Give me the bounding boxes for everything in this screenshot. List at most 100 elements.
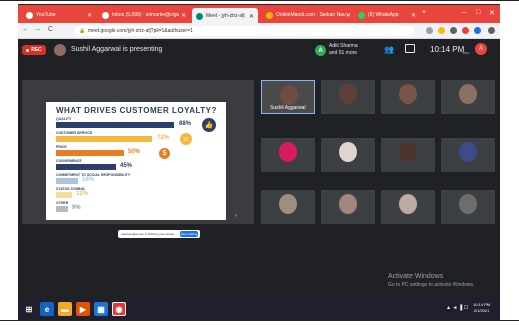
participant-face <box>459 194 477 214</box>
taskbar-clock[interactable]: 10:14 PM 2/1/2021 <box>473 302 490 314</box>
close-tab-icon[interactable]: ✕ <box>411 12 416 19</box>
browser-tab-bar: YouTube ✕ Inbox (5,090) - srimarke@vigu … <box>18 4 500 24</box>
close-tab-icon[interactable]: ✕ <box>249 13 254 20</box>
address-bar[interactable]: 🔒 meet.google.com/jyh-ztrz-afj?pli=1&aut… <box>74 26 414 36</box>
extension-icon[interactable] <box>450 27 457 34</box>
tab-youtube[interactable]: YouTube ✕ <box>22 8 96 22</box>
presentation-stage: WHAT DRIVES CUSTOMER LOYALTY? QUALITY 88… <box>22 80 254 238</box>
recording-badge: REC <box>22 45 46 55</box>
thumbs-up-icon: 👍 <box>202 118 216 132</box>
extension-icon-3[interactable] <box>474 27 481 34</box>
new-tab-icon[interactable]: + <box>422 9 426 16</box>
chrome-icon[interactable]: ◉ <box>112 302 126 316</box>
slide-next-icon[interactable]: › <box>235 213 237 219</box>
maximize-icon[interactable]: □ <box>476 9 480 16</box>
media-player-icon[interactable]: ▶ <box>76 302 90 316</box>
tab-onlinemandi[interactable]: OnlineMandi.com - Sarkari Nau ✕ <box>262 8 352 22</box>
close-tab-icon[interactable]: ✕ <box>181 12 186 19</box>
participant-tile[interactable] <box>381 80 435 114</box>
youtube-favicon-icon <box>26 11 33 19</box>
handshake-icon: ☺ <box>180 133 192 145</box>
tab-label: Inbox (5,090) - srimarke@vigu <box>112 12 180 18</box>
back-icon[interactable]: ← <box>22 26 29 33</box>
attendee-name: Aditi Sharma <box>329 43 358 49</box>
bar-other <box>56 206 68 212</box>
self-avatar[interactable]: A <box>475 43 487 55</box>
value-social-responsibility: 16% <box>82 177 95 183</box>
value-quality: 88% <box>179 121 192 127</box>
bar-status-symbol <box>56 192 72 198</box>
value-price: 50% <box>128 149 141 155</box>
participant-face <box>399 194 417 214</box>
participant-face <box>279 194 297 214</box>
meet-window: REC Sushil Aggarwal is presenting A Adit… <box>18 39 500 298</box>
profile-menu-icon[interactable] <box>488 27 495 34</box>
minimize-icon[interactable]: – <box>462 9 466 16</box>
participant-tile[interactable] <box>441 138 495 172</box>
internet-explorer-icon[interactable]: e <box>40 302 54 316</box>
windows-start-icon[interactable]: ⊞ <box>22 302 36 316</box>
close-window-icon[interactable]: ✕ <box>489 9 495 17</box>
bar-convenience <box>56 164 116 170</box>
tab-meet[interactable]: Meet - jyh-ztrz-afj ✕ <box>192 8 258 24</box>
row-label-other: OTHER <box>56 201 69 205</box>
row-label-price: PRICE <box>56 145 67 149</box>
bar-customer-service <box>56 136 152 142</box>
participant-tile[interactable] <box>381 190 435 224</box>
value-other: 9% <box>72 205 81 211</box>
money-bag-icon: $ <box>159 148 170 159</box>
participant-name: Sushil Aggarwal <box>270 105 306 111</box>
stop-sharing-button[interactable]: Stop sharing <box>180 231 198 237</box>
participant-tile[interactable] <box>321 80 375 114</box>
extension-icon-2[interactable] <box>462 27 469 34</box>
presenting-text: Sushil Aggarwal is presenting <box>71 46 163 53</box>
participant-tile[interactable] <box>441 80 495 114</box>
participant-face <box>339 84 357 104</box>
recording-label: REC <box>31 47 42 53</box>
participant-tile[interactable] <box>261 190 315 224</box>
reload-icon[interactable]: C <box>48 26 53 33</box>
tab-label: Meet - jyh-ztrz-afj <box>206 13 245 19</box>
self-label: You <box>462 50 469 55</box>
lock-icon: 🔒 <box>79 28 86 34</box>
windows-taskbar: ⊞ e ▬ ▶ ▦ ◉ ▲ ◄ ▐ ☐ 10:14 PM 2/1/2021 <box>18 298 500 320</box>
participant-tile[interactable] <box>261 138 315 172</box>
participant-tile[interactable] <box>381 138 435 172</box>
people-icon[interactable]: 👥 <box>384 45 394 54</box>
participant-tile[interactable] <box>321 138 375 172</box>
participant-tile-pinned[interactable]: Sushil Aggarwal <box>261 80 315 114</box>
participant-face <box>399 142 417 162</box>
value-status-symbol: 12% <box>76 191 89 197</box>
participant-face <box>279 142 297 162</box>
chat-icon[interactable] <box>405 44 415 53</box>
store-icon[interactable]: ▦ <box>94 302 108 316</box>
camera-indicator-icon[interactable] <box>426 27 433 34</box>
value-customer-service: 72% <box>157 135 170 141</box>
participant-face <box>459 84 477 104</box>
bottom-border <box>0 320 519 321</box>
top-border <box>0 0 519 1</box>
url-text: meet.google.com/jyh-ztrz-afj?pli=1&authu… <box>88 28 193 34</box>
forward-icon[interactable]: → <box>34 26 41 33</box>
screen-share-banner: meet.google.com is sharing your screen S… <box>118 230 200 238</box>
star-icon[interactable] <box>438 27 445 34</box>
file-explorer-icon[interactable]: ▬ <box>58 302 72 316</box>
participant-face <box>339 142 357 162</box>
participant-face <box>339 194 357 214</box>
meet-favicon-icon <box>196 12 203 20</box>
row-label-customer-service: CUSTOMER SERVICE <box>56 131 93 135</box>
participant-face <box>399 84 417 104</box>
participant-tile[interactable] <box>321 190 375 224</box>
tab-whatsapp[interactable]: (8) WhatsApp ✕ <box>354 8 420 22</box>
row-label-quality: QUALITY <box>56 117 72 121</box>
bar-quality <box>56 122 174 128</box>
record-dot-icon <box>26 48 30 52</box>
system-tray-icons[interactable]: ▲ ◄ ▐ ☐ <box>446 305 468 311</box>
activate-windows-title: Activate Windows <box>388 273 444 280</box>
participant-tile[interactable] <box>441 190 495 224</box>
close-tab-icon[interactable]: ✕ <box>87 12 92 19</box>
tab-inbox[interactable]: Inbox (5,090) - srimarke@vigu ✕ <box>98 8 190 22</box>
close-tab-icon[interactable]: ✕ <box>346 12 351 19</box>
activate-windows-hint[interactable]: Go to PC settings to activate Windows. <box>388 282 474 288</box>
bar-social-responsibility <box>56 178 78 184</box>
